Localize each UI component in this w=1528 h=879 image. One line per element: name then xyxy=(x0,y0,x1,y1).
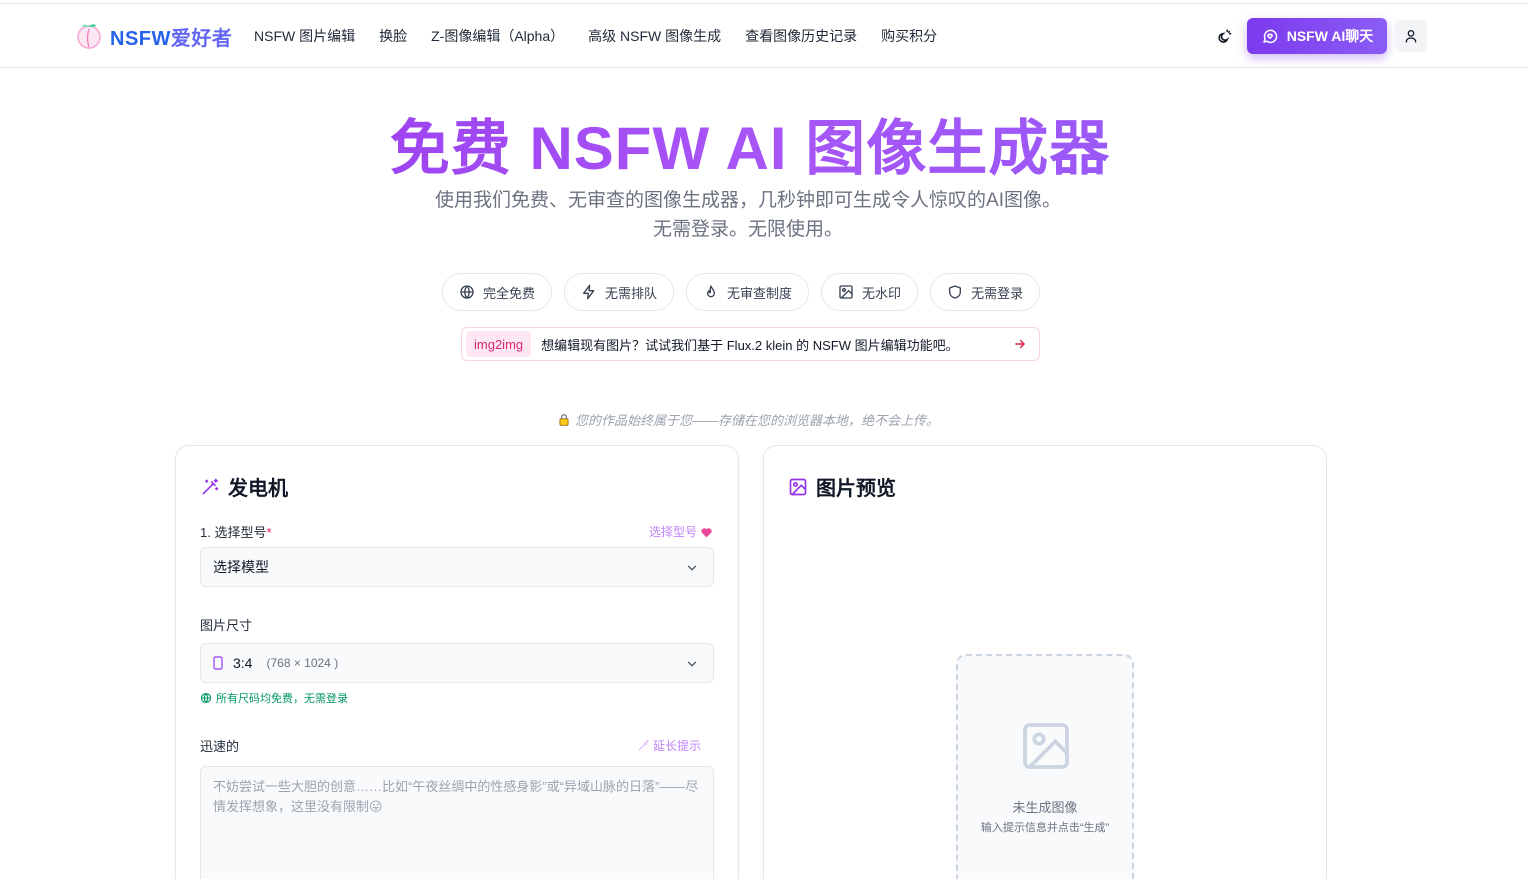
pill-no-login: 无需登录 xyxy=(930,273,1041,311)
page-title: 免费 NSFW AI 图像生成器 xyxy=(0,100,1500,187)
empty-preview-hint: 输入提示信息并点击“生成” xyxy=(980,822,1110,834)
size-select[interactable]: 3:4 (768 × 1024 ) xyxy=(200,643,714,683)
chat-heart-icon xyxy=(1262,29,1277,44)
generator-card: 发电机 1. 选择型号* 选择型号 选择模型 图片尺寸 3:4 (768 × 1… xyxy=(175,445,739,879)
privacy-note: 您的作品始终属于您——存储在您的浏览器本地，绝不会上传。 xyxy=(0,410,1496,429)
img2img-promo-link[interactable]: img2img 想编辑现有图片？试试我们基于 Flux.2 klein 的 NS… xyxy=(461,327,1040,361)
nav-buy-credits[interactable]: 购买积分 xyxy=(881,26,937,46)
pill-free-label: 完全免费 xyxy=(483,285,536,301)
nav-z-image-edit[interactable]: Z-图像编辑（Alpha） xyxy=(431,26,564,46)
user-icon xyxy=(1405,30,1417,43)
image-icon xyxy=(839,285,853,299)
pill-no-queue-label: 无需排队 xyxy=(605,285,658,301)
nav-image-edit[interactable]: NSFW 图片编辑 xyxy=(254,26,355,46)
user-account-button[interactable] xyxy=(1395,20,1427,52)
portrait-ratio-icon xyxy=(213,656,223,670)
theme-toggle-button[interactable] xyxy=(1210,24,1236,50)
model-select[interactable]: 选择模型 xyxy=(200,547,714,587)
pill-no-login-label: 无需登录 xyxy=(971,285,1024,301)
prompt-textarea[interactable]: 不妨尝试一些大胆的创意……比如“午夜丝绸中的性感身影”或“异域山脉的日落”——尽… xyxy=(200,766,714,879)
feature-pills: 完全免费 无需排队 无审查制度 无水印 无需登录 xyxy=(442,273,1041,311)
pill-uncensored: 无审查制度 xyxy=(686,273,810,311)
extend-prompt-button[interactable]: 延长提示 xyxy=(637,737,701,754)
size-label: 图片尺寸 xyxy=(200,618,253,633)
nav-image-history[interactable]: 查看图像历史记录 xyxy=(745,26,857,46)
model-select-value: 选择模型 xyxy=(213,559,269,575)
image-placeholder-icon xyxy=(1023,723,1069,769)
size-dimensions: (768 × 1024 ) xyxy=(266,656,339,670)
preview-header: 图片预览 xyxy=(788,472,896,501)
promo-text: 想编辑现有图片？试试我们基于 Flux.2 klein 的 NSFW 图片编辑功… xyxy=(541,337,959,353)
promo-tag: img2img xyxy=(466,331,532,357)
moon-sun-icon xyxy=(1218,29,1232,43)
size-ratio-value: 3:4 xyxy=(233,655,253,671)
ai-chat-label: NSFW AI聊天 xyxy=(1286,28,1374,44)
image-icon xyxy=(789,478,807,495)
nav-advanced-generation[interactable]: 高级 NSFW 图像生成 xyxy=(588,26,721,46)
ai-chat-button[interactable]: NSFW AI聊天 xyxy=(1247,18,1387,54)
peach-logo-icon xyxy=(77,24,101,49)
pill-no-watermark: 无水印 xyxy=(821,273,919,311)
generator-title: 发电机 xyxy=(228,478,288,500)
chevron-down-icon xyxy=(687,565,697,571)
prompt-placeholder: 不妨尝试一些大胆的创意……比如“午夜丝绸中的性感身影”或“异域山脉的日落”——尽… xyxy=(213,779,699,814)
pill-no-queue: 无需排队 xyxy=(564,273,675,311)
logo-text: NSFW爱好者 xyxy=(110,27,233,50)
nav-face-swap[interactable]: 换脸 xyxy=(379,26,407,46)
page-subtitle: 使用我们免费、无审查的图像生成器，几秒钟即可生成令人惊叹的AI图像。 无需登录。… xyxy=(0,186,1496,244)
globe-icon xyxy=(460,285,474,299)
prompt-label: 迅速的 xyxy=(200,739,240,754)
privacy-note-text: 您的作品始终属于您——存储在您的浏览器本地，绝不会上传。 xyxy=(574,413,939,428)
preview-card: 图片预览 未生成图像 输入提示信息并点击“生成” xyxy=(763,445,1327,879)
sparkle-icon xyxy=(638,740,649,751)
lightning-icon xyxy=(583,284,595,300)
logo[interactable]: NSFW爱好者 xyxy=(74,21,232,51)
choose-model-link[interactable]: 选择型号 xyxy=(649,523,713,540)
site-header: NSFW爱好者 NSFW 图片编辑 换脸 Z-图像编辑（Alpha） 高级 NS… xyxy=(0,4,1528,68)
arrow-right-icon xyxy=(1015,339,1025,349)
subtitle-line-1: 使用我们免费、无审查的图像生成器，几秒钟即可生成令人惊叹的AI图像。 xyxy=(435,190,1061,211)
heart-icon xyxy=(701,527,712,537)
generator-header: 发电机 xyxy=(200,472,288,501)
preview-placeholder: 未生成图像 输入提示信息并点击“生成” xyxy=(956,654,1134,879)
model-label: 1. 选择型号* xyxy=(200,525,272,540)
pill-uncensored-label: 无审查制度 xyxy=(727,285,793,301)
empty-preview-title: 未生成图像 xyxy=(1012,800,1078,815)
flame-icon xyxy=(707,285,716,298)
lock-icon xyxy=(559,414,569,426)
choose-model-link-label: 选择型号 xyxy=(649,525,698,539)
size-free-hint: 所有尺码均免费，无需登录 xyxy=(200,690,348,706)
magic-wand-icon xyxy=(202,478,219,494)
preview-title: 图片预览 xyxy=(816,478,896,500)
subtitle-line-2: 无需登录。无限使用。 xyxy=(652,219,843,240)
chevron-down-icon xyxy=(687,661,697,667)
main-nav: NSFW 图片编辑 换脸 Z-图像编辑（Alpha） 高级 NSFW 图像生成 … xyxy=(254,26,961,46)
globe-icon xyxy=(200,692,212,704)
size-free-hint-text: 所有尺码均免费，无需登录 xyxy=(216,693,348,705)
extend-prompt-label: 延长提示 xyxy=(653,739,702,753)
pill-free: 完全免费 xyxy=(442,273,553,311)
shield-icon xyxy=(949,285,962,299)
pill-no-watermark-label: 无水印 xyxy=(862,285,902,301)
